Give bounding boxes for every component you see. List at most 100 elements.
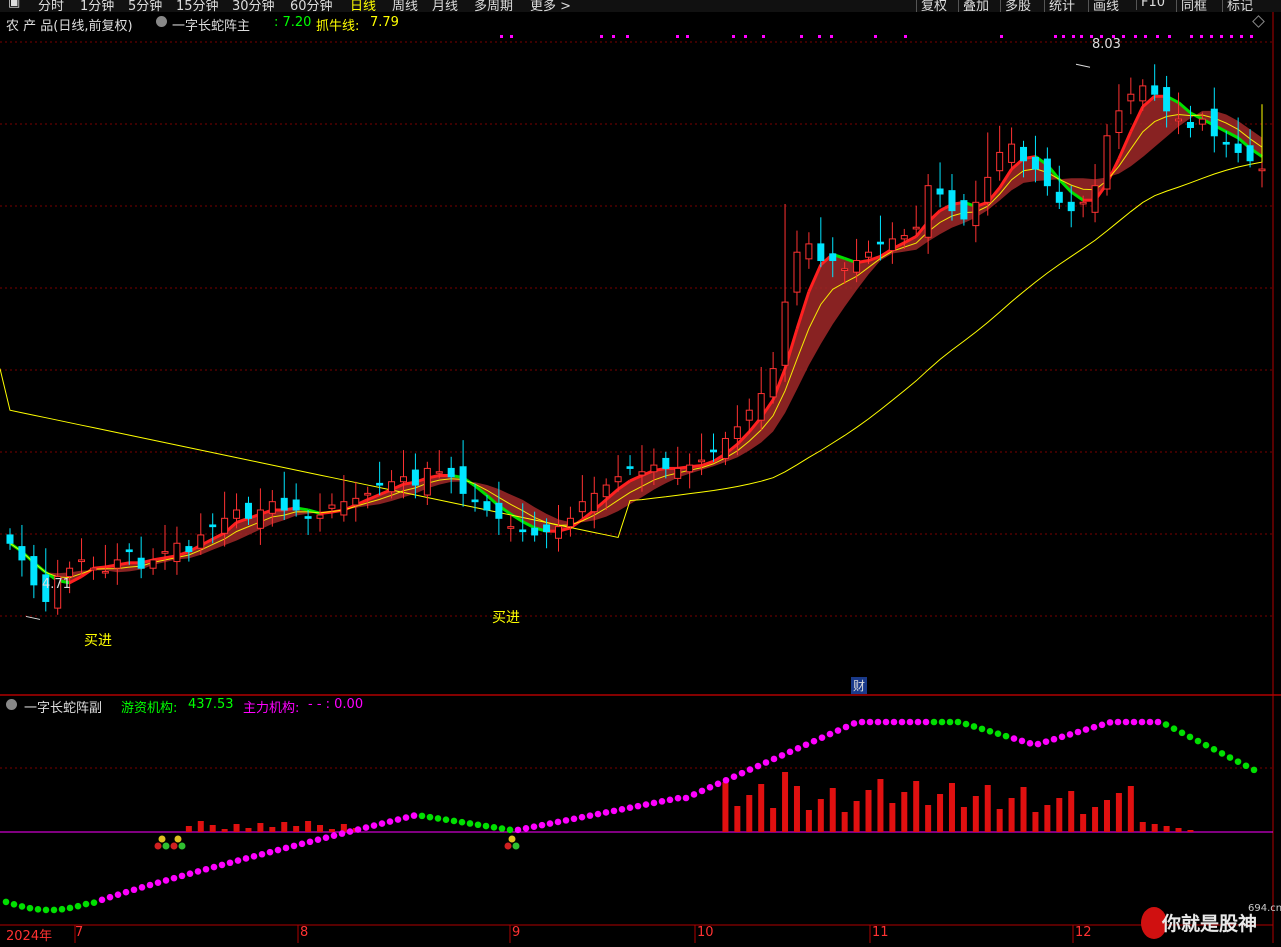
wave-dot xyxy=(538,821,546,829)
volume-bar xyxy=(1068,791,1075,832)
candle-body xyxy=(781,301,789,366)
wave-dot xyxy=(1146,718,1154,726)
watermark-text: 你就是股神 xyxy=(1161,912,1257,935)
wave-dot xyxy=(274,846,282,854)
candle-body xyxy=(304,516,312,519)
signal-ball xyxy=(174,835,182,843)
wave-dot xyxy=(1026,740,1034,747)
candle-body xyxy=(6,534,14,544)
signal-dot xyxy=(744,35,747,38)
wave-dot xyxy=(18,903,26,910)
signal-dot xyxy=(1080,35,1083,38)
wave-dot xyxy=(890,718,898,726)
finance-marker[interactable]: 财 xyxy=(851,677,868,694)
candle-body xyxy=(328,504,336,509)
candle-body xyxy=(1020,146,1028,162)
signal-dot xyxy=(1144,35,1147,38)
kline-chart[interactable] xyxy=(0,0,1281,943)
bull-line xyxy=(0,104,1263,539)
wave-dot xyxy=(306,838,314,846)
signal-ball xyxy=(154,842,162,850)
signal-dot xyxy=(600,35,603,38)
wave-dot xyxy=(26,904,34,912)
wave-dot xyxy=(338,830,346,837)
wave-dot xyxy=(82,900,90,908)
wave-dot xyxy=(106,893,114,901)
wave-dot xyxy=(322,834,330,841)
volume-bar xyxy=(185,826,192,832)
candle-body xyxy=(1222,141,1230,145)
wave-dot xyxy=(810,737,818,745)
wave-dot xyxy=(1074,728,1082,736)
wave-dot xyxy=(170,874,178,882)
candle-body xyxy=(89,567,97,571)
volume-bar xyxy=(1115,793,1122,832)
wave-dot xyxy=(866,718,874,726)
volume-bar xyxy=(245,828,252,832)
axis-month-label: 9 xyxy=(512,925,521,940)
candle-body xyxy=(602,484,610,498)
candle-body xyxy=(1246,145,1254,162)
volume-bar xyxy=(782,772,789,832)
wave-dot xyxy=(1186,733,1194,741)
candle-body xyxy=(1198,118,1206,125)
volume-bar xyxy=(722,782,729,832)
volume-bar xyxy=(281,822,288,832)
wave-dot xyxy=(954,718,962,726)
signal-dot xyxy=(626,35,629,38)
candle-body xyxy=(483,501,491,511)
volume-bar xyxy=(996,809,1003,832)
wave-dot xyxy=(1162,721,1170,728)
signal-dot xyxy=(874,35,877,38)
volume-bar xyxy=(865,790,872,832)
volume-bar xyxy=(913,781,920,832)
wave-dot xyxy=(874,718,882,726)
candle-body xyxy=(1186,121,1194,128)
wave-dot xyxy=(258,850,266,858)
wave-dot xyxy=(1018,737,1026,745)
volume-bar xyxy=(1139,822,1146,832)
wave-dot xyxy=(754,762,762,770)
indicator-settings-icon[interactable] xyxy=(156,15,167,30)
wave-dot xyxy=(378,820,386,827)
wave-dot xyxy=(466,820,474,827)
volume-bar xyxy=(829,788,836,832)
wave-dot xyxy=(1058,733,1066,741)
signal-ball xyxy=(162,842,170,850)
wave-dot xyxy=(210,863,218,871)
candle-body xyxy=(626,466,634,469)
wave-dot xyxy=(114,891,122,898)
wave-dot xyxy=(682,794,690,802)
wave-dot xyxy=(658,798,666,805)
candle-body xyxy=(388,481,396,493)
signal-dot xyxy=(1220,35,1223,38)
main-indicator-name: 一字长蛇阵主 xyxy=(172,19,251,34)
signal-dot xyxy=(686,35,689,38)
candle-body xyxy=(1175,118,1183,122)
wave-dot xyxy=(1250,766,1258,774)
wave-dot xyxy=(58,905,66,913)
low-price-label: 4.71 xyxy=(42,577,71,592)
candle-body xyxy=(268,501,276,514)
sub-indicator-settings-icon[interactable] xyxy=(6,698,17,713)
wave-dot xyxy=(922,718,930,726)
candle-body xyxy=(686,464,694,473)
wave-dot xyxy=(482,822,490,830)
wave-dot xyxy=(434,815,442,822)
high-price-label: 8.03 xyxy=(1092,37,1121,52)
wave-dot xyxy=(162,877,170,884)
volume-bar xyxy=(1151,824,1158,832)
wave-dot xyxy=(242,855,250,862)
candle-body xyxy=(996,151,1004,172)
wave-dot xyxy=(146,881,154,889)
candle-body xyxy=(18,546,26,561)
signal-ball xyxy=(512,842,520,850)
wave-dot xyxy=(138,884,146,891)
candle-body xyxy=(674,467,682,479)
wave-dot xyxy=(66,904,74,912)
wave-dot xyxy=(346,828,354,835)
wave-dot xyxy=(1090,723,1098,731)
axis-month-label: 11 xyxy=(872,925,889,940)
volume-bar xyxy=(901,792,908,832)
wave-dot xyxy=(594,810,602,818)
